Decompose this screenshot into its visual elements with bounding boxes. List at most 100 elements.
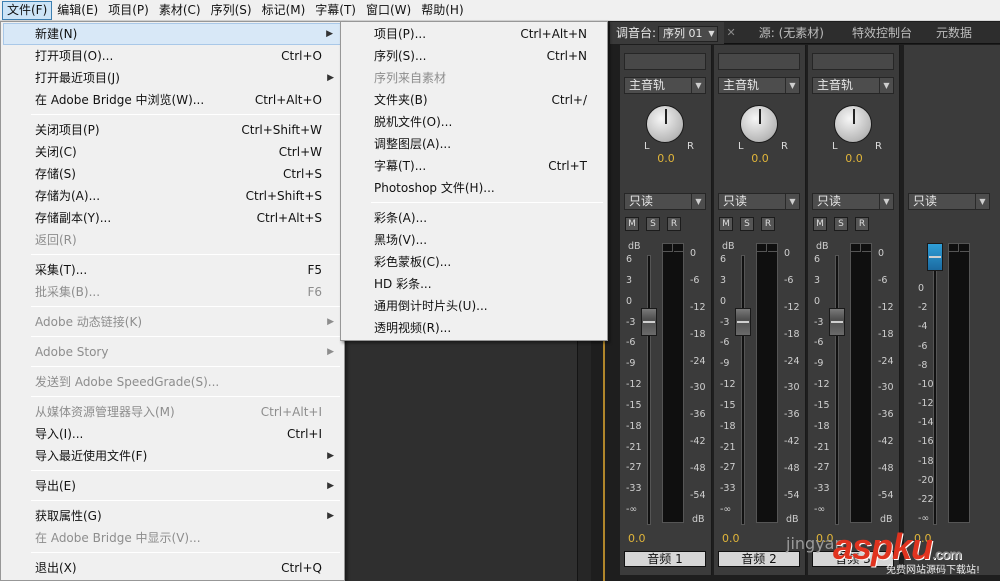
- menu-separator: [371, 202, 603, 203]
- menu-item-label: 透明视频(R)...: [374, 321, 452, 335]
- new-submenu-item[interactable]: Photoshop 文件(H)...: [343, 177, 605, 199]
- effect-slot-dropdown[interactable]: [624, 53, 706, 70]
- pan-knob[interactable]: [834, 105, 872, 143]
- automation-mode-dropdown[interactable]: 只读 ▼: [812, 193, 894, 210]
- sequence-dropdown[interactable]: 序列 01: [658, 25, 718, 42]
- output-route-dropdown[interactable]: 主音轨 ▼: [624, 77, 706, 94]
- db-scale-label: -36: [878, 409, 894, 421]
- new-submenu-item[interactable]: 彩色蒙板(C)...: [343, 251, 605, 273]
- track-name-field[interactable]: 音频 2: [718, 551, 800, 567]
- file-menu-item[interactable]: 导出(E) ▶: [3, 475, 342, 497]
- file-menu-item[interactable]: 新建(N) ▶: [3, 23, 342, 45]
- file-menu-item[interactable]: 退出(X) Ctrl+Q: [3, 557, 342, 579]
- menubar-item[interactable]: 编辑(E): [52, 1, 103, 20]
- volume-fader-handle[interactable]: [829, 308, 845, 336]
- tab-metadata[interactable]: 元数据: [918, 22, 978, 44]
- pan-value[interactable]: 0.0: [808, 152, 900, 165]
- db-scale-label: -∞: [918, 513, 930, 524]
- automation-mode-dropdown[interactable]: 只读 ▼: [624, 193, 706, 210]
- menubar-item[interactable]: 字幕(T): [310, 1, 361, 20]
- menubar-item[interactable]: 项目(P): [103, 1, 154, 20]
- db-scale-label: -22: [918, 493, 934, 505]
- record-button[interactable]: R: [855, 217, 869, 231]
- menubar-item[interactable]: 序列(S): [206, 1, 257, 20]
- menu-separator: [31, 114, 340, 115]
- new-submenu-item[interactable]: 脱机文件(O)...: [343, 111, 605, 133]
- track-name-field[interactable]: 音频 1: [624, 551, 706, 567]
- automation-mode-dropdown[interactable]: 只读 ▼: [718, 193, 800, 210]
- db-scale-label: -3: [720, 316, 730, 328]
- pan-knob[interactable]: [646, 105, 684, 143]
- master-automation-dropdown[interactable]: 只读 ▼: [908, 193, 990, 210]
- db-scale-label: 6: [814, 254, 821, 265]
- mute-button[interactable]: M: [813, 217, 827, 231]
- file-menu-item[interactable]: 导入(I)... Ctrl+I: [3, 423, 342, 445]
- mute-button[interactable]: M: [625, 217, 639, 231]
- menubar-item[interactable]: 素材(C): [154, 1, 206, 20]
- db-scale-label: -6: [878, 274, 888, 286]
- effect-slot-dropdown[interactable]: [812, 53, 894, 70]
- menubar-item[interactable]: 文件(F): [2, 0, 53, 20]
- master-fader-handle[interactable]: [927, 243, 943, 271]
- chevron-down-icon: ▼: [691, 78, 705, 93]
- new-submenu-item[interactable]: 调整图层(A)...: [343, 133, 605, 155]
- tab-audio-mixer[interactable]: 调音台: 序列 01: [610, 21, 724, 44]
- new-submenu-item[interactable]: 通用倒计时片头(U)...: [343, 295, 605, 317]
- file-menu-item[interactable]: 存储(S) Ctrl+S: [3, 163, 342, 185]
- pan-value[interactable]: 0.0: [620, 152, 712, 165]
- new-submenu-item[interactable]: 黑场(V)...: [343, 229, 605, 251]
- solo-button[interactable]: S: [740, 217, 754, 231]
- file-menu-item[interactable]: 关闭项目(P) Ctrl+Shift+W: [3, 119, 342, 141]
- volume-fader-handle[interactable]: [641, 308, 657, 336]
- new-submenu-item[interactable]: 彩条(A)...: [343, 207, 605, 229]
- mute-button[interactable]: M: [719, 217, 733, 231]
- menubar-item[interactable]: 帮助(H): [416, 1, 468, 20]
- volume-fader-handle[interactable]: [735, 308, 751, 336]
- solo-button[interactable]: S: [646, 217, 660, 231]
- output-route-dropdown[interactable]: 主音轨 ▼: [718, 77, 800, 94]
- close-icon[interactable]: ✕: [724, 26, 739, 39]
- new-submenu-item[interactable]: 项目(P)... Ctrl+Alt+N: [343, 23, 605, 45]
- new-submenu-item[interactable]: HD 彩条...: [343, 273, 605, 295]
- new-submenu-item[interactable]: 序列(S)... Ctrl+N: [343, 45, 605, 67]
- meter-peak-left: [949, 244, 959, 252]
- volume-value[interactable]: 0.0: [722, 532, 740, 545]
- effect-slot-dropdown[interactable]: [718, 53, 800, 70]
- tab-source[interactable]: 源: (无素材): [739, 22, 830, 44]
- submenu-arrow-icon: ▶: [327, 511, 334, 521]
- level-meter: [662, 243, 684, 523]
- file-menu-item[interactable]: 打开项目(O)... Ctrl+O: [3, 45, 342, 67]
- record-button[interactable]: R: [667, 217, 681, 231]
- file-menu-item[interactable]: 导入最近使用文件(F) ▶: [3, 445, 342, 467]
- file-menu-item[interactable]: 在 Adobe Bridge 中浏览(W)... Ctrl+Alt+O: [3, 89, 342, 111]
- menubar-item[interactable]: 标记(M): [257, 1, 311, 20]
- menu-item-label: 序列(S)...: [374, 49, 427, 63]
- panel-scrollbar[interactable]: [577, 340, 591, 581]
- file-menu-item[interactable]: 获取属性(G) ▶: [3, 505, 342, 527]
- menu-item-label: 关闭(C): [35, 145, 77, 159]
- db-scale-label: -4: [918, 321, 928, 333]
- output-route-label: 主音轨: [817, 78, 854, 92]
- meter-peak-right: [862, 244, 872, 252]
- db-scale-label: 0: [720, 295, 727, 307]
- volume-value[interactable]: 0.0: [628, 532, 646, 545]
- output-route-dropdown[interactable]: 主音轨 ▼: [812, 77, 894, 94]
- record-button[interactable]: R: [761, 217, 775, 231]
- file-menu-item[interactable]: 打开最近项目(J) ▶: [3, 67, 342, 89]
- menu-item-label: 存储副本(Y)...: [35, 211, 112, 225]
- pan-knob[interactable]: [740, 105, 778, 143]
- file-menu-item[interactable]: 存储为(A)... Ctrl+Shift+S: [3, 185, 342, 207]
- new-submenu-item[interactable]: 透明视频(R)...: [343, 317, 605, 339]
- db-scale-label: -9: [814, 358, 824, 370]
- file-menu-item[interactable]: 采集(T)... F5: [3, 259, 342, 281]
- new-submenu-item[interactable]: 字幕(T)... Ctrl+T: [343, 155, 605, 177]
- pan-value[interactable]: 0.0: [714, 152, 806, 165]
- menu-item-label: 批采集(B)...: [35, 285, 101, 299]
- new-submenu-item[interactable]: 文件夹(B) Ctrl+/: [343, 89, 605, 111]
- menu-item-label: 从媒体资源管理器导入(M): [35, 405, 175, 419]
- tab-effect-controls[interactable]: 特效控制台: [830, 22, 918, 44]
- file-menu-item[interactable]: 关闭(C) Ctrl+W: [3, 141, 342, 163]
- menubar-item[interactable]: 窗口(W): [361, 1, 416, 20]
- file-menu-item[interactable]: 存储副本(Y)... Ctrl+Alt+S: [3, 207, 342, 229]
- solo-button[interactable]: S: [834, 217, 848, 231]
